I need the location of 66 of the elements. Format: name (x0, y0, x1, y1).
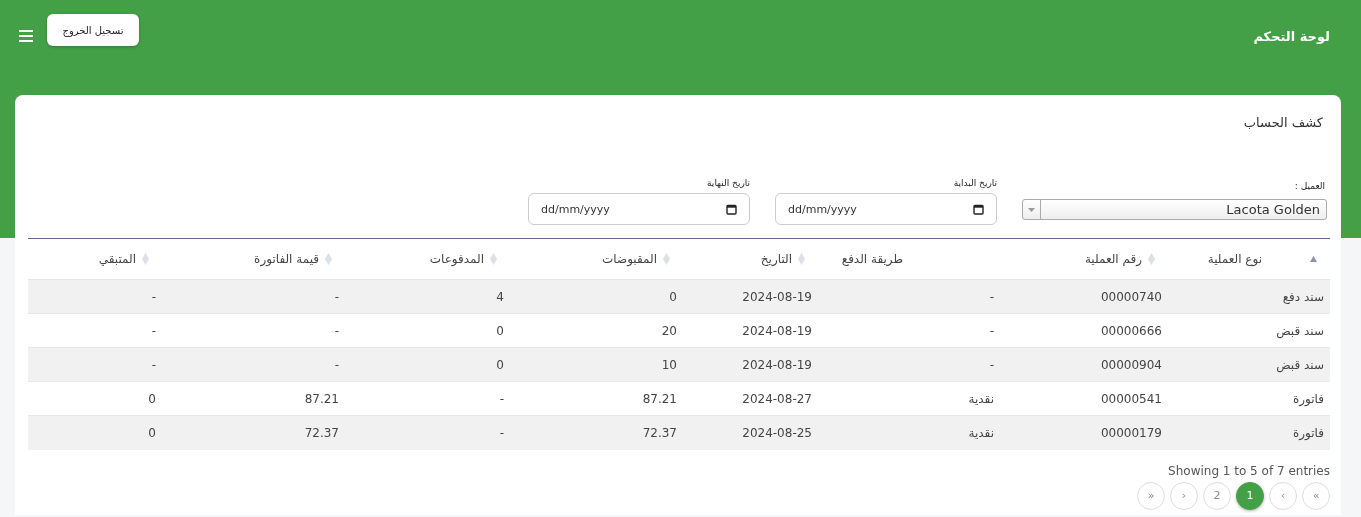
card-title: كشف الحساب (1242, 115, 1324, 132)
table-cell: - (818, 347, 1000, 382)
table-cell: - (162, 279, 345, 314)
table-cell: 0 (28, 415, 162, 450)
table-cell: سند قبض (1168, 313, 1330, 348)
table-cell: 20 (510, 313, 683, 348)
table-cell: 0 (345, 313, 510, 348)
table-cell: فاتورة (1168, 415, 1330, 450)
table-cell: 2024-08-19 (683, 279, 818, 314)
table-cell: 72.37 (162, 415, 345, 450)
table-cell: 4 (345, 279, 510, 314)
date-field[interactable]: dd/mm/yyyy (775, 193, 997, 225)
table-cell: سند قبض (1168, 347, 1330, 382)
menu-icon[interactable] (19, 30, 33, 42)
table-cell: 00000541 (1000, 381, 1168, 416)
table-cell: 00000904 (1000, 347, 1168, 382)
table-cell: 00000179 (1000, 415, 1168, 450)
column-header[interactable]: طريقة الدفع (841, 252, 903, 266)
table-cell: - (818, 313, 1000, 348)
column-header[interactable]: نوع العملية (1207, 252, 1304, 266)
entries-info: Showing 1 to 5 of 7 entries (1167, 463, 1330, 478)
column-header[interactable]: التاريخ (760, 252, 792, 266)
table-cell: 87.21 (162, 381, 345, 416)
table-cell: 0 (345, 347, 510, 382)
page-button[interactable]: « (1137, 481, 1165, 510)
table-cell: سند دفع (1168, 279, 1330, 314)
column-header[interactable]: المدفوعات (429, 252, 484, 266)
column-header[interactable]: رقم العملية (1084, 252, 1142, 266)
logout-button[interactable]: تسجيل الخروج (47, 14, 139, 46)
table-cell: 2024-08-27 (683, 381, 818, 416)
table-cell: 0 (28, 381, 162, 416)
table-cell: 00000666 (1000, 313, 1168, 348)
date-field[interactable]: dd/mm/yyyy (528, 193, 750, 225)
table-cell: - (28, 313, 162, 348)
page-button[interactable]: › (1269, 481, 1297, 510)
field-label: العميل : (1294, 181, 1326, 191)
page-button[interactable]: 2 (1203, 481, 1231, 510)
table-cell: 87.21 (510, 381, 683, 416)
column-header[interactable]: المقبوضات (602, 252, 657, 266)
calendar-icon[interactable] (726, 204, 737, 215)
table-cell: - (818, 279, 1000, 314)
table-cell: 00000740 (1000, 279, 1168, 314)
table-cell: 10 (510, 347, 683, 382)
table-cell: - (162, 347, 345, 382)
table-cell: 2024-08-19 (683, 347, 818, 382)
page-button[interactable]: » (1302, 481, 1330, 510)
column-header[interactable]: قيمة الفاتورة (254, 252, 319, 266)
table-cell: 0 (510, 279, 683, 314)
table-cell: - (345, 415, 510, 450)
table-cell: فاتورة (1168, 381, 1330, 416)
table-cell: - (28, 347, 162, 382)
dashboard-title: لوحة التحكم (1253, 29, 1330, 44)
field-label: تاريخ النهاية (707, 178, 750, 188)
table-cell: نقدية (818, 415, 1000, 450)
table-cell: 72.37 (510, 415, 683, 450)
page-button[interactable]: ‹ (1170, 481, 1198, 510)
table-cell: - (28, 279, 162, 314)
table-cell: - (162, 313, 345, 348)
column-header[interactable]: المتبقي (98, 252, 136, 266)
table-cell: 2024-08-25 (683, 415, 818, 450)
calendar-icon[interactable] (973, 204, 984, 215)
table-cell: نقدية (818, 381, 1000, 416)
customer-select[interactable]: Lacota Golden (1022, 199, 1327, 220)
table-cell: 2024-08-19 (683, 313, 818, 348)
field-label: تاريخ البداية (953, 178, 997, 188)
table-cell: - (345, 381, 510, 416)
